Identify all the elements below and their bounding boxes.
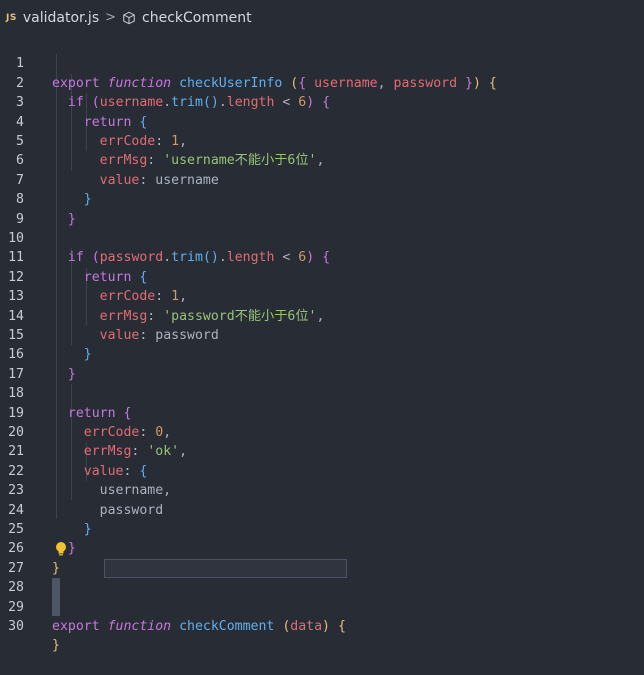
code-line: 20 errMsg: 'ok', <box>0 404 644 459</box>
code-line: 10 if (password.trim().length < 6) { <box>0 210 644 265</box>
code-line: 19 errCode: 0, <box>0 384 644 440</box>
code-line: 12 errCode: 1, <box>0 248 644 304</box>
code-line: 13 errMsg: 'password不能小于6位', <box>0 268 644 323</box>
breadcrumb-file[interactable]: validator.js <box>23 10 99 26</box>
code-line: 3 return { <box>0 74 644 129</box>
code-line: 24 } <box>0 481 644 537</box>
code-line: 8 } <box>0 171 644 226</box>
line-number: 30 <box>8 619 24 634</box>
code-line: 9 <box>0 190 644 227</box>
chevron-right-icon: > <box>105 10 117 25</box>
code-line: 18 return { <box>0 365 644 420</box>
code-text: } <box>52 638 60 654</box>
code-line: 7 } <box>0 151 644 207</box>
code-line: 28 export function checkComment (data) { <box>0 558 644 634</box>
code-line: 11 return { <box>0 229 644 284</box>
breadcrumb: JS validator.js > checkComment <box>0 0 644 35</box>
code-line: 21 value: { <box>0 423 644 478</box>
code-line: 26 } <box>0 520 644 575</box>
code-text: export function checkComment (data) { <box>52 619 346 635</box>
js-file-icon: JS <box>6 12 17 23</box>
code-editor[interactable]: 1 export function checkUserInfo ({ usern… <box>0 35 644 653</box>
code-line: 22 username, <box>0 442 644 498</box>
code-line: 29 <box>0 578 644 617</box>
code-line: 23 password <box>0 462 644 517</box>
code-line: 30 } <box>0 598 644 653</box>
code-line: 14 value: password <box>0 287 644 343</box>
symbol-method-icon <box>123 11 135 24</box>
code-line: 4 errCode: 1, <box>0 93 644 149</box>
code-line: 27 <box>0 539 644 576</box>
code-line: 5 errMsg: 'username不能小于6位', <box>0 113 644 168</box>
lightbulb-icon[interactable] <box>54 541 68 557</box>
code-line: 25 } <box>0 501 644 556</box>
word-highlight <box>104 558 347 578</box>
code-line: 1 export function checkUserInfo ({ usern… <box>0 35 644 90</box>
breadcrumb-symbol[interactable]: checkComment <box>142 10 252 26</box>
code-line: 16 } <box>0 326 644 381</box>
code-line: 6 value: username <box>0 132 644 187</box>
code-line: 15 } <box>0 307 644 362</box>
code-line: 17 <box>0 345 644 382</box>
code-line: 2 if (username.trim().length < 6) { <box>0 54 644 110</box>
